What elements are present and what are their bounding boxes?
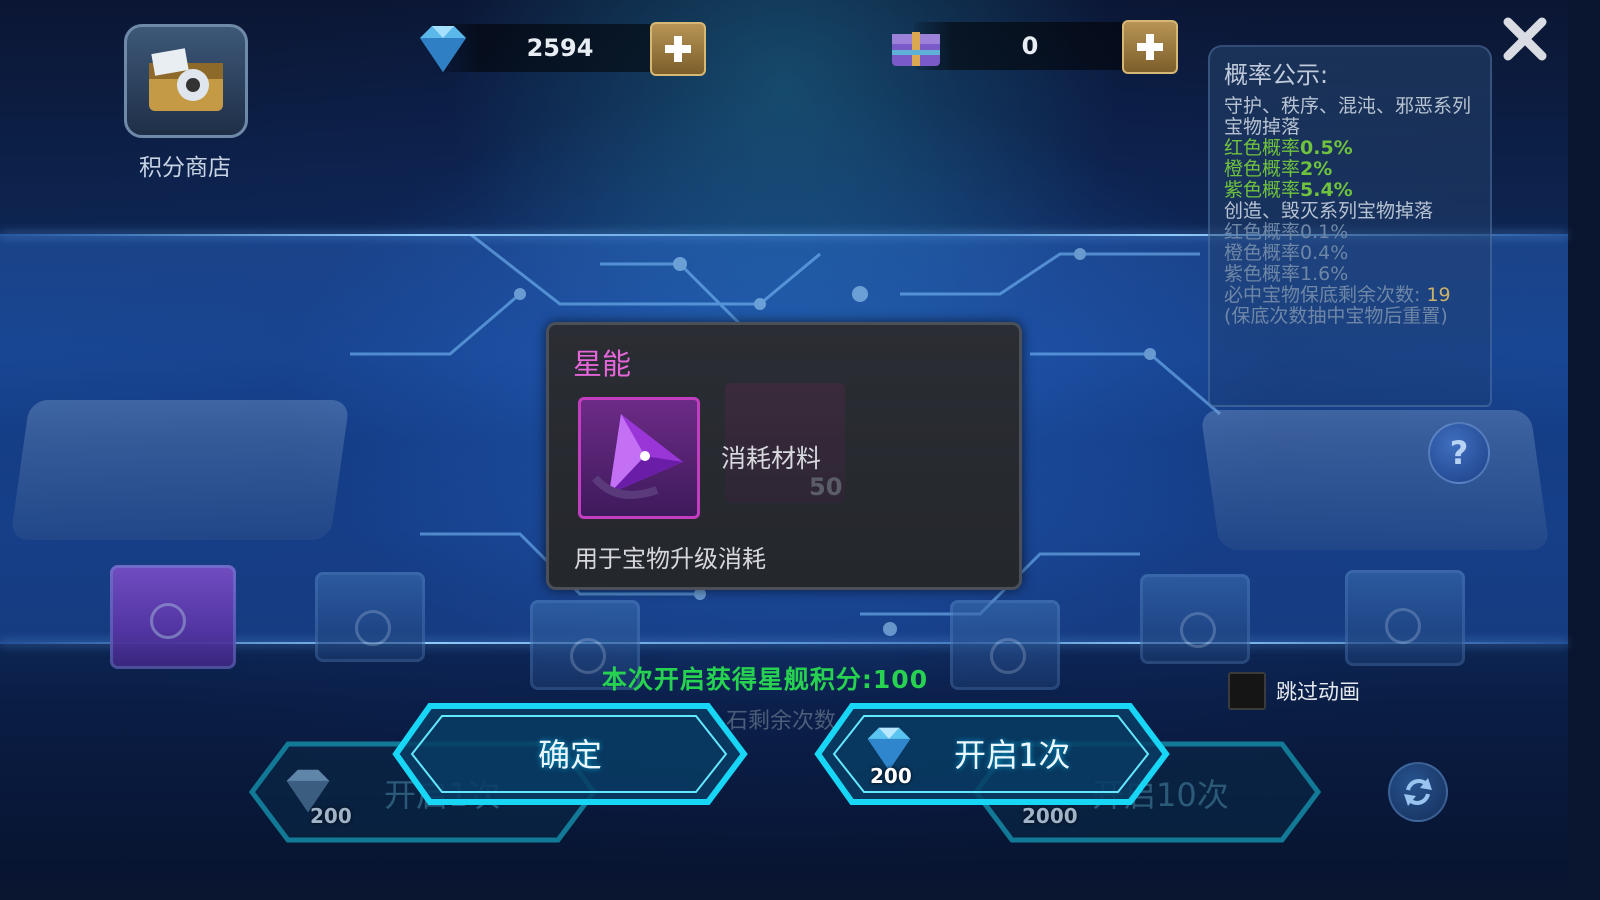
question-icon: ? — [1449, 434, 1469, 472]
rate-row: 紫色概率1.6% — [1224, 263, 1349, 285]
diamond-icon — [414, 22, 472, 80]
group2-text: 创造、毁灭系列宝物掉落 — [1224, 200, 1434, 222]
left-machine — [10, 400, 350, 540]
close-icon — [1503, 17, 1547, 61]
refresh-icon — [1404, 778, 1432, 806]
shop-label: 积分商店 — [139, 155, 231, 181]
open-once-label: 开启1次 — [954, 736, 1071, 774]
refresh-button[interactable] — [1388, 762, 1448, 822]
rate-row: 紫色概率5.4% — [1224, 179, 1353, 201]
open-once-cost: 200 — [870, 764, 912, 788]
diamond-currency-bar: 2594 — [420, 22, 706, 76]
right-machine — [1200, 410, 1550, 550]
add-chest-button[interactable] — [1122, 20, 1178, 74]
rate-row: 红色概率0.1% — [1224, 221, 1349, 243]
chest-value: 0 — [1021, 32, 1039, 60]
all-chest-icon[interactable] — [110, 565, 236, 669]
points-shop[interactable]: 积分商店 — [124, 24, 248, 182]
shop-chest-icon — [124, 24, 248, 138]
help-button[interactable]: ? — [1428, 422, 1490, 484]
skip-animation-toggle[interactable]: 跳过动画 — [1228, 672, 1360, 710]
item-tooltip: 星能 50 消耗材料 用于宝物升级消耗 — [546, 322, 1022, 590]
chest-currency-bar: 0 — [892, 20, 1178, 74]
probability-panel: 概率公示: 守护、秩序、混沌、邪恶系列宝物掉落 红色概率0.5% 橙色概率2% … — [1208, 45, 1492, 407]
skip-animation-checkbox[interactable] — [1228, 672, 1266, 710]
rate-row: 红色概率0.5% — [1224, 137, 1353, 159]
rate-row: 橙色概率0.4% — [1224, 242, 1349, 264]
plus-icon — [1137, 34, 1163, 60]
close-button[interactable] — [1500, 14, 1550, 64]
confirm-button[interactable]: 确定 — [390, 700, 752, 808]
star-energy-crystal-icon — [591, 414, 683, 499]
treasure-chest-icon — [890, 24, 942, 72]
guard-chest-icon[interactable] — [315, 572, 425, 662]
guarantee-note: (保底次数抽中宝物后重置) — [1224, 305, 1448, 327]
item-name: 星能 — [573, 347, 632, 381]
create-chest-icon[interactable] — [1345, 570, 1465, 666]
add-diamond-button[interactable] — [650, 22, 706, 76]
ghost-item-count: 50 — [809, 473, 843, 501]
item-slot — [578, 397, 700, 519]
item-type: 消耗材料 — [721, 444, 822, 473]
evil-chest-icon[interactable] — [1140, 574, 1250, 664]
bg-open-once-cost: 200 — [310, 804, 352, 828]
guarantee-row: 必中宝物保底剩余次数: 19 — [1224, 284, 1451, 306]
open-once-button[interactable]: 200 开启1次 — [812, 700, 1174, 808]
rate-row: 橙色概率2% — [1224, 158, 1333, 180]
confirm-label: 确定 — [538, 736, 603, 774]
item-description: 用于宝物升级消耗 — [574, 545, 766, 573]
skip-animation-label: 跳过动画 — [1276, 680, 1360, 704]
diamond-value: 2594 — [526, 34, 594, 62]
probability-title: 概率公示: — [1224, 61, 1329, 89]
plus-icon — [665, 36, 691, 62]
group1-text: 守护、秩序、混沌、邪恶系列宝物掉落 — [1224, 95, 1472, 138]
